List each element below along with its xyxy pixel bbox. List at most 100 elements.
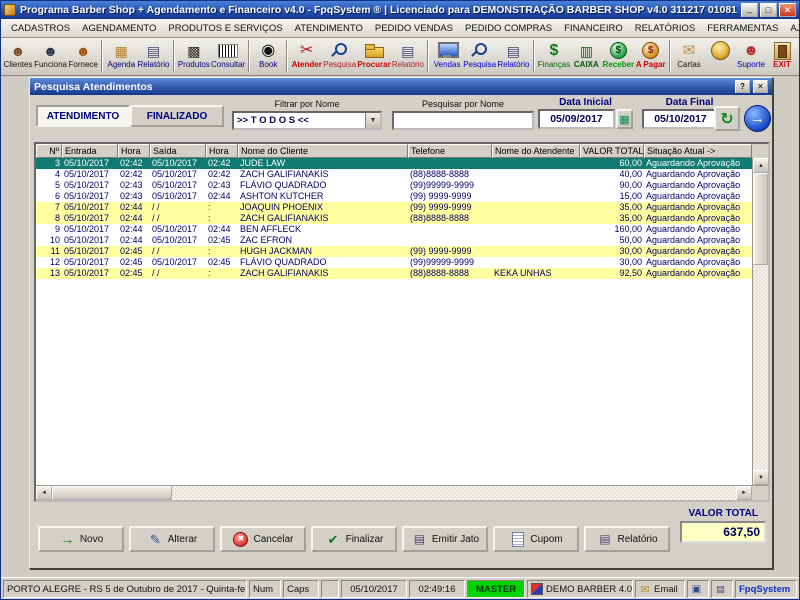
toolbar-button-a-pagar[interactable]: A Pagar (635, 39, 666, 74)
chevron-down-icon[interactable] (365, 113, 380, 128)
filter-name-combobox[interactable]: >> T O D O S << (232, 111, 382, 130)
toolbar-button-consultar[interactable]: Consultar (211, 39, 245, 74)
column-header-4[interactable]: Hora (206, 144, 238, 158)
table-row[interactable]: 805/10/201702:44/ /:ZACH GALIFIANAKIS(88… (36, 213, 752, 224)
table-row[interactable]: 505/10/201702:4305/10/201702:43FLÁVIO QU… (36, 180, 752, 191)
toolbar-button-receber[interactable]: Receber (602, 39, 634, 74)
table-row[interactable]: 605/10/201702:4305/10/201702:44ASHTON KU… (36, 191, 752, 202)
table-row[interactable]: 405/10/201702:4205/10/201702:42ZACH GALI… (36, 169, 752, 180)
cell-entrada: 05/10/2017 (62, 213, 118, 224)
toolbar-button-caixa[interactable]: CAIXA (571, 39, 601, 74)
tab-atendimento[interactable]: ATENDIMENTO (36, 105, 130, 127)
menu-item-ajuda[interactable]: AJUDA (784, 21, 800, 36)
tab-finalizado[interactable]: FINALIZADO (130, 105, 224, 127)
toolbar-button-procurar[interactable]: Procurar (357, 39, 390, 74)
maximize-icon[interactable] (760, 3, 777, 17)
table-row[interactable]: 305/10/201702:4205/10/201702:42JUDE LAW6… (36, 158, 752, 169)
menu-item-label: ATENDIMENTO (295, 23, 363, 34)
toolbar-button-clientes[interactable]: Clientes (3, 39, 33, 74)
vertical-scrollbar[interactable] (752, 158, 768, 485)
toolbar-button-vendas[interactable]: Vendas (432, 39, 462, 74)
toolbar-button-exit[interactable]: EXIT (767, 39, 797, 74)
cell-cliente: ASHTON KUTCHER (238, 191, 408, 202)
date-start-field[interactable]: 05/09/2017 (538, 109, 615, 129)
menu-item-produtos-servicos[interactable]: PRODUTOS E SERVIÇOS (162, 21, 288, 36)
scrollbar-thumb[interactable] (753, 173, 768, 265)
help-icon[interactable] (735, 80, 750, 93)
toolbar-button-fornecedores[interactable]: Fornece (68, 39, 98, 74)
column-header-7[interactable]: Nome do Atendente (492, 144, 580, 158)
menu-item-pedido-compras[interactable]: PEDIDO COMPRAS (459, 21, 558, 36)
cell-situacao: Aguardando Aprovação (644, 224, 752, 235)
column-header-9[interactable]: Situação Atual -> (644, 144, 752, 158)
menu-item-atendimento[interactable]: ATENDIMENTO (289, 21, 369, 36)
column-header-0[interactable]: Nº (36, 144, 62, 158)
go-button[interactable] (744, 105, 771, 132)
table-row[interactable]: 905/10/201702:4405/10/201702:44BEN AFFLE… (36, 224, 752, 235)
scroll-right-icon[interactable] (736, 486, 752, 500)
date-end-field[interactable]: 05/10/2017 (642, 109, 719, 129)
menu-item-relatorios[interactable]: RELATÓRIOS (629, 21, 702, 36)
table-row[interactable]: 1105/10/201702:45/ /:HUGH JACKMAN(99) 99… (36, 246, 752, 257)
toolbar-button-book[interactable]: Book (253, 39, 283, 74)
scrollbar-track[interactable] (172, 486, 736, 500)
search-input[interactable] (392, 111, 534, 130)
minimize-icon[interactable] (741, 3, 758, 17)
toolbar-button-funcionarios[interactable]: Funciona (34, 39, 67, 74)
toolbar-button-suporte[interactable]: Suporte (736, 39, 766, 74)
toolbar-button-agenda[interactable]: Agenda (106, 39, 136, 74)
close-icon[interactable] (779, 3, 796, 17)
menu-item-financeiro[interactable]: FINANCEIRO (558, 21, 629, 36)
cupom-button[interactable]: Cupom (493, 526, 579, 552)
cell-n: 7 (36, 202, 62, 213)
cell-n: 11 (36, 246, 62, 257)
scroll-down-icon[interactable] (753, 470, 769, 485)
emitir-jato-button[interactable]: Emitir Jato (402, 526, 488, 552)
relatorio-button[interactable]: Relatório (584, 526, 670, 552)
cell-saida: / / (150, 202, 206, 213)
scrollbar-thumb[interactable] (52, 486, 172, 500)
scroll-up-icon[interactable] (753, 158, 769, 173)
toolbar-button-financas[interactable]: Finanças (538, 39, 571, 74)
inner-close-icon[interactable] (753, 80, 768, 93)
toolbar-button-agenda-relatorio[interactable]: Relatório (137, 39, 169, 74)
cell-telefone (408, 158, 492, 169)
table-row[interactable]: 705/10/201702:44/ /:JOAQUIN PHOENIX(99) … (36, 202, 752, 213)
finalizar-button[interactable]: Finalizar (311, 526, 397, 552)
refresh-button[interactable] (714, 106, 740, 131)
toolbar-button-vendas-pesquisa[interactable]: Pesquisa (463, 39, 496, 74)
toolbar-button-moedas[interactable] (705, 39, 735, 74)
scrollbar-track[interactable] (753, 265, 768, 470)
menu-item-agendamento[interactable]: AGENDAMENTO (76, 21, 162, 36)
toolbar-button-atender-pesquisa[interactable]: Pesquisa (323, 39, 356, 74)
toolbar-button-vendas-relatorio[interactable]: Relatório (497, 39, 529, 74)
calendar-icon[interactable] (616, 109, 633, 129)
column-header-5[interactable]: Nome do Cliente (238, 144, 408, 158)
table-row[interactable]: 1305/10/201702:45/ /:ZACH GALIFIANAKIS(8… (36, 268, 752, 279)
status-panel-tool1[interactable] (687, 580, 709, 598)
cancelar-button[interactable]: Cancelar (220, 526, 306, 552)
column-header-6[interactable]: Telefone (408, 144, 492, 158)
status-panel-tool2[interactable] (711, 580, 733, 598)
column-header-2[interactable]: Hora (118, 144, 150, 158)
novo-button[interactable]: Novo (38, 526, 124, 552)
alterar-button[interactable]: Alterar (129, 526, 215, 552)
button-label: Cupom (530, 534, 562, 545)
cell-saida: 05/10/2017 (150, 257, 206, 268)
status-panel-email[interactable]: Email (635, 580, 685, 598)
menu-item-ferramentas[interactable]: FERRAMENTAS (701, 21, 784, 36)
scroll-left-icon[interactable] (36, 486, 52, 500)
toolbar-button-cartas[interactable]: Cartas (674, 39, 704, 74)
table-row[interactable]: 1205/10/201702:4505/10/201702:45FLÁVIO Q… (36, 257, 752, 268)
toolbar-button-label: Suporte (737, 60, 765, 69)
column-header-1[interactable]: Entrada (62, 144, 118, 158)
column-header-8[interactable]: VALOR TOTAL (580, 144, 644, 158)
toolbar-button-atender-relatorio[interactable]: Relatório (392, 39, 424, 74)
column-header-3[interactable]: Saída (150, 144, 206, 158)
table-row[interactable]: 1005/10/201702:4405/10/201702:45ZAC EFRO… (36, 235, 752, 246)
menu-item-cadastros[interactable]: CADASTROS (5, 21, 76, 36)
toolbar-button-atender[interactable]: Atender (291, 39, 322, 74)
horizontal-scrollbar[interactable] (36, 485, 768, 500)
menu-item-pedido-vendas[interactable]: PEDIDO VENDAS (369, 21, 459, 36)
toolbar-button-produtos[interactable]: Produtos (178, 39, 210, 74)
